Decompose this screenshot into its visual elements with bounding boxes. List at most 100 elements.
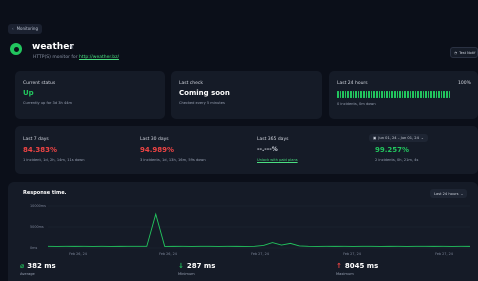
last-24-hours-label: Last 24 hours: [337, 81, 368, 86]
maximum-stat: ↑ 8045 ms Maximum: [336, 262, 378, 276]
last-check-label: Last check: [179, 81, 203, 86]
custom-range-value: 99.257%: [375, 146, 410, 154]
uptime-bar: [362, 91, 365, 98]
uptime-bar: [365, 91, 368, 98]
uptime-bar: [448, 91, 451, 98]
uptime-bar: [357, 91, 360, 98]
uptime-bar: [414, 91, 417, 98]
uptime-bar: [409, 91, 412, 98]
uptime-bar: [417, 91, 419, 98]
monitor-url-link[interactable]: http://weather.bz/: [79, 55, 119, 60]
uptime-bars: [337, 91, 451, 98]
uptime-bar: [430, 91, 432, 98]
maximum-label: Maximum: [336, 272, 354, 276]
last-check-value: Coming soon: [179, 89, 230, 97]
uptime-bar: [370, 91, 373, 98]
uptime-bar: [435, 91, 438, 98]
uptime-bar: [375, 91, 378, 98]
chevron-down-icon: ⌄: [420, 136, 424, 140]
test-notification-button[interactable]: ◔ Test Notif: [450, 47, 478, 58]
uptime-bar: [352, 91, 355, 98]
last-7-days-value: 84.383%: [23, 146, 58, 154]
uptime-bar: [349, 91, 352, 98]
uptime-bar: [339, 91, 342, 98]
last-24-hours-note: 0 incidents, 0m down: [337, 102, 376, 106]
uptime-bar: [337, 91, 339, 98]
uptime-bar: [399, 91, 401, 98]
uptime-bar: [432, 91, 435, 98]
unlock-paid-plans-link[interactable]: Unlock with paid plans: [257, 158, 298, 162]
minimum-label: Minimum: [178, 272, 195, 276]
x-tick-label: Feb 27, 24: [343, 252, 361, 256]
uptime-bar: [360, 91, 362, 98]
last-30-days-note: 3 incidents, 1d, 13h, 16m, 59s down: [140, 158, 206, 162]
uptime-periods-card: Last 7 days 84.383% 1 incident, 1d, 2h, …: [15, 126, 478, 174]
uptime-bar: [420, 91, 422, 98]
response-time-line: [47, 212, 471, 247]
uptime-bar: [344, 91, 347, 98]
breadcrumb-label: Monitoring: [16, 26, 38, 31]
last-24-hours-percent: 100%: [458, 81, 471, 86]
minimum-stat: ↓ 287 ms Minimum: [178, 262, 215, 276]
uptime-bar: [368, 91, 370, 98]
uptime-bar: [407, 91, 409, 98]
uptime-bar: [427, 91, 430, 98]
minimum-value: 287 ms: [186, 262, 216, 270]
x-tick-label: Feb 26, 24: [69, 252, 87, 256]
last-365-days-label: Last 365 days: [257, 137, 289, 142]
x-tick-label: Feb 26, 24: [159, 252, 177, 256]
uptime-bar: [438, 91, 440, 98]
chevron-down-icon: ⌄: [460, 191, 464, 196]
current-status-card: Current status Up Currently up for 3d 3h…: [15, 71, 165, 119]
current-status-note: Currently up for 3d 3h 44m: [23, 101, 73, 105]
y-tick-label: 5000ms: [30, 225, 44, 229]
uptime-bar: [391, 91, 394, 98]
edit-icon[interactable]: ✎: [69, 44, 74, 51]
last-7-days-label: Last 7 days: [23, 137, 49, 142]
current-status-label: Current status: [23, 81, 56, 86]
uptime-bar: [440, 91, 443, 98]
response-time-chart: 10000ms 5000ms 0ms Feb 26, 24 Feb 26, 24 Feb …: [30, 204, 471, 256]
chart-title: Response time.: [23, 190, 67, 196]
uptime-bar: [425, 91, 427, 98]
chart-range-select[interactable]: Last 24 hours ⌄: [430, 189, 468, 198]
date-range-picker[interactable]: ▣ Jun 01, 24 – Jun 01, 24 ⌄: [369, 134, 428, 142]
date-range-label: Jun 01, 24 – Jun 01, 24: [378, 136, 419, 140]
uptime-bar: [396, 91, 399, 98]
current-status-value: Up: [23, 89, 34, 97]
y-tick-label: 0ms: [30, 246, 37, 250]
uptime-bar: [373, 91, 375, 98]
arrow-up-icon: ↑: [336, 262, 342, 270]
uptime-bar: [404, 91, 407, 98]
subtitle-prefix: HTTP(S) monitor for: [33, 55, 79, 60]
last-365-days-value: --.---%: [257, 146, 278, 153]
uptime-bar: [388, 91, 391, 98]
last-7-days-note: 1 incident, 1d, 2h, 14m, 11s down: [23, 158, 85, 162]
status-dot-icon: [10, 43, 22, 55]
uptime-bar: [378, 91, 381, 98]
uptime-bar: [412, 91, 414, 98]
breadcrumb[interactable]: ‹ Monitoring: [8, 24, 42, 34]
custom-range-note: 2 incidents, 0h, 21m, 4s: [375, 158, 419, 162]
maximum-value: 8045 ms: [344, 262, 379, 270]
uptime-bar: [381, 91, 383, 98]
last-24-hours-card: Last 24 hours 100% 0 incidents, 0m down: [329, 71, 478, 119]
uptime-bar: [422, 91, 425, 98]
average-value: 382 ms: [27, 262, 56, 270]
chart-range-label: Last 24 hours: [434, 191, 459, 196]
arrow-down-icon: ↓: [178, 262, 184, 270]
uptime-bar: [401, 91, 404, 98]
uptime-bar: [347, 91, 349, 98]
average-label: Average: [20, 272, 35, 276]
x-tick-label: Feb 27, 24: [251, 252, 269, 256]
last-30-days-label: Last 30 days: [140, 137, 169, 142]
last-check-card: Last check Coming soon Checked every 5 m…: [171, 71, 322, 119]
back-arrow-icon: ‹: [12, 26, 14, 31]
uptime-bar: [386, 91, 388, 98]
uptime-bar: [394, 91, 396, 98]
uptime-bar: [383, 91, 386, 98]
x-tick-label: Feb 27, 24: [435, 252, 453, 256]
uptime-bar: [355, 91, 357, 98]
response-time-card: Response time. Last 24 hours ⌄ 10000ms 50…: [8, 182, 478, 281]
page-title: weather: [32, 42, 74, 52]
